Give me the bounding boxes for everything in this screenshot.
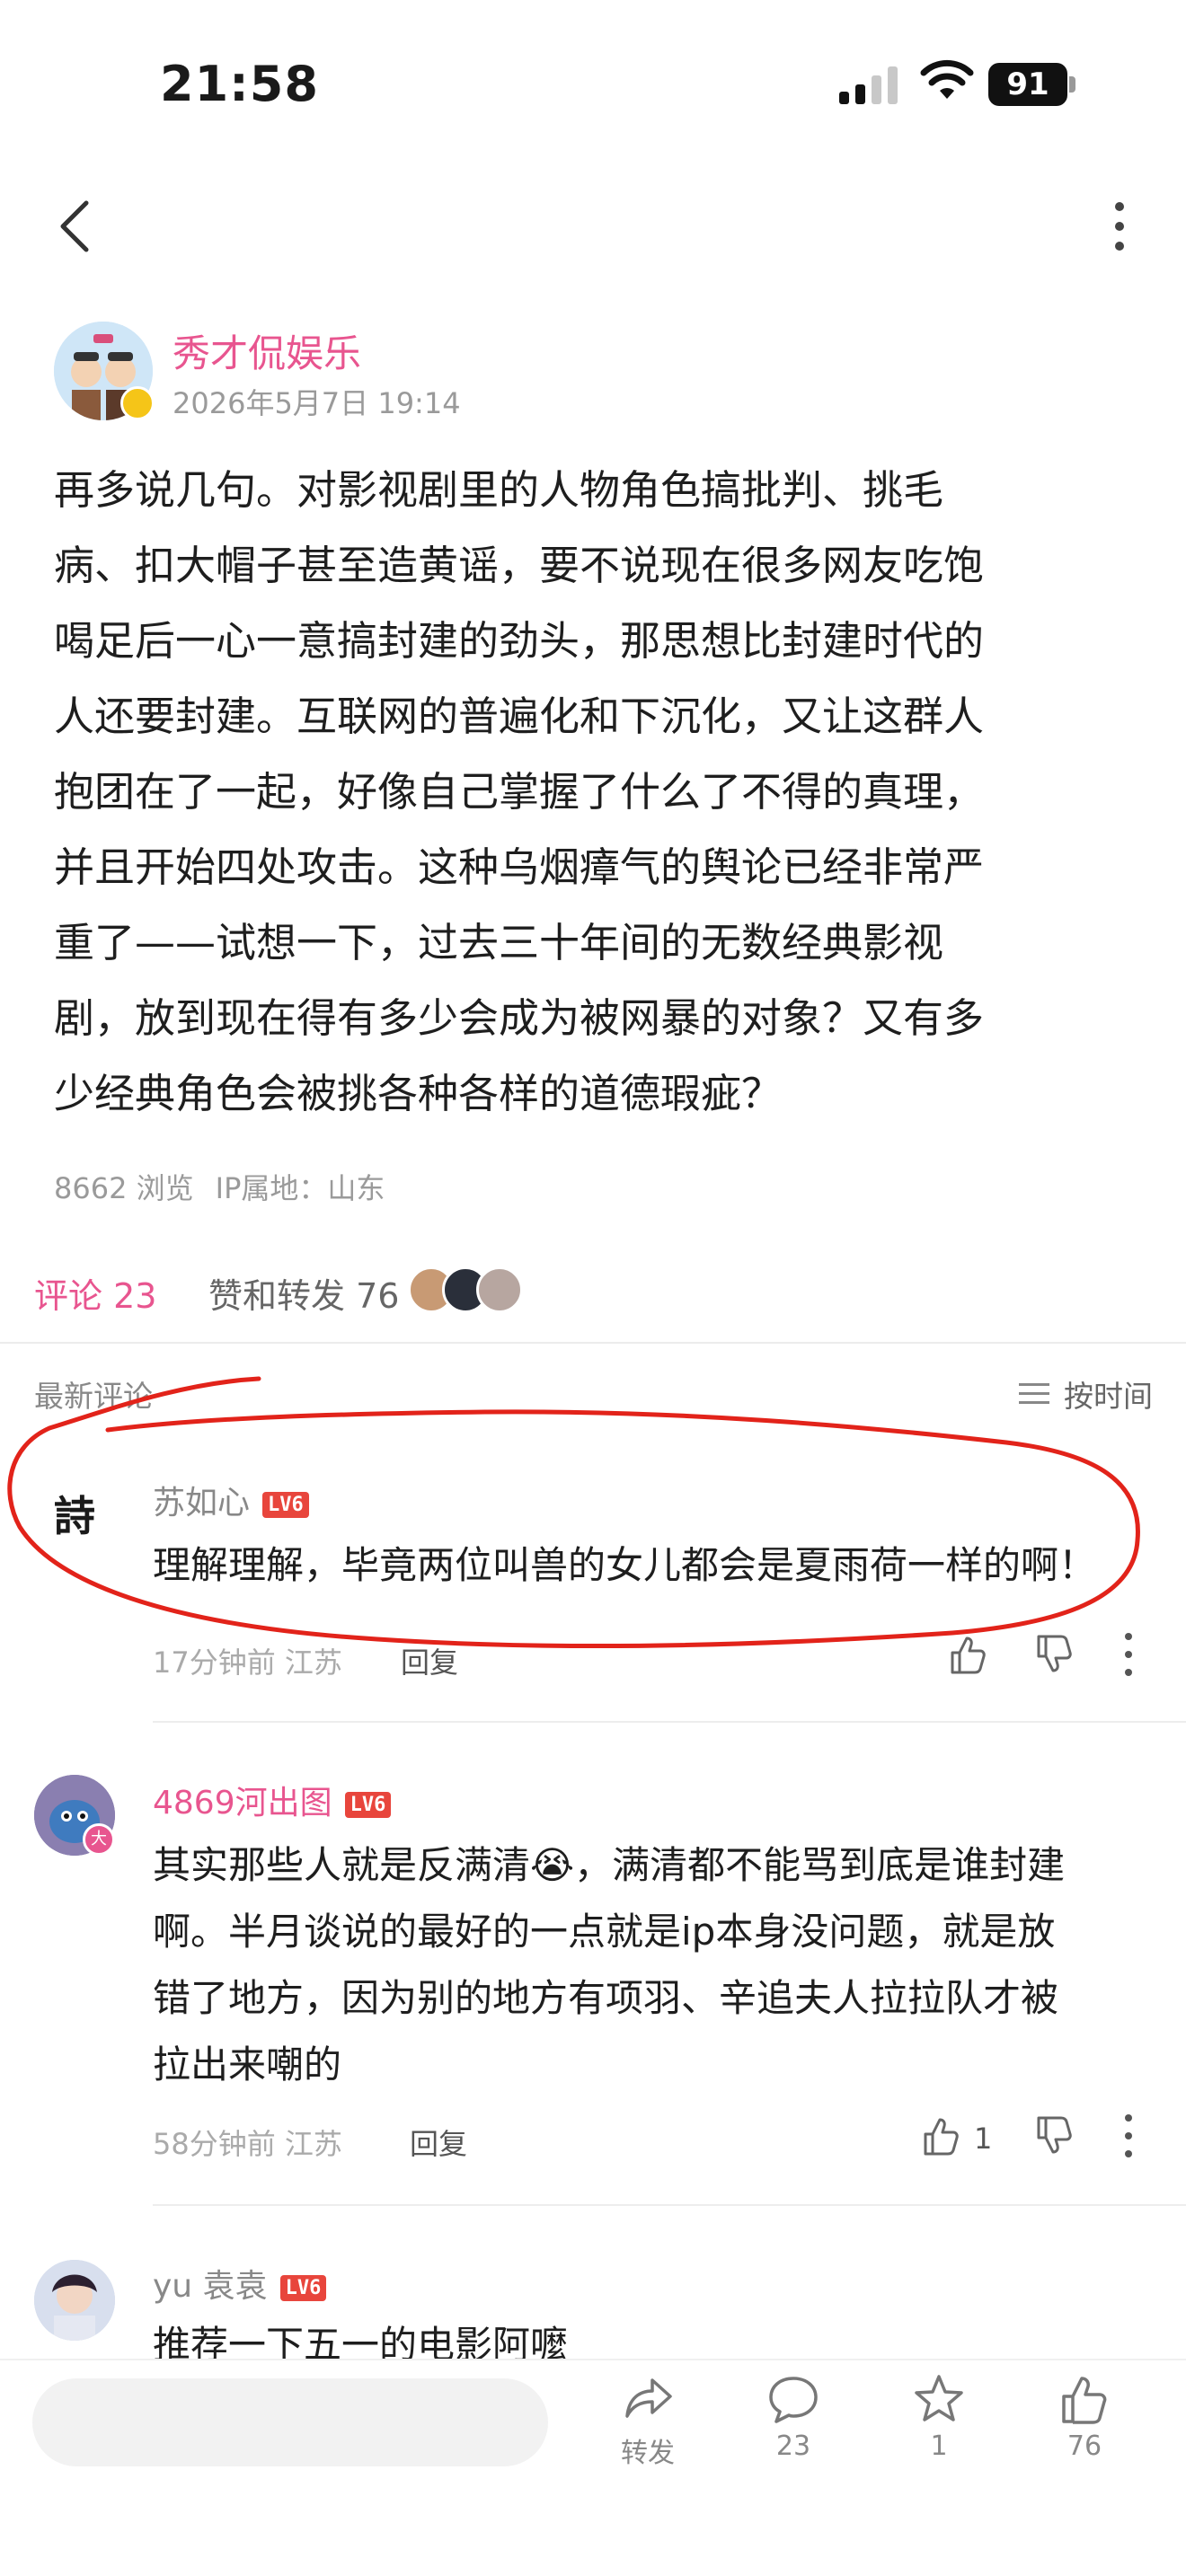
favorite-count: 1	[930, 2430, 948, 2462]
sort-toggle-label: 按时间	[1064, 1379, 1153, 1414]
post-line: 重了——试想一下，过去三十年间的无数经典影视	[54, 919, 944, 966]
commenter-name-text: 苏如心	[153, 1485, 251, 1522]
like-count: 76	[1067, 2430, 1102, 2462]
role-badge: 大	[83, 1823, 115, 1856]
verified-badge-icon	[120, 386, 155, 420]
post-line: 并且开始四处攻击。这种乌烟瘴气的舆论已经非常严	[54, 843, 985, 891]
comment-separator	[153, 1721, 1186, 1723]
comment-meta: 58分钟前 江苏	[153, 2122, 342, 2163]
level-badge: LV6	[279, 2274, 327, 2301]
battery-level: 91	[988, 63, 1067, 106]
ip-location: IP属地：山东	[215, 1171, 385, 1205]
thumbs-down-icon[interactable]	[1033, 2114, 1076, 2157]
post-line: 少经典角色会被挑各种各样的道德瑕疵？	[54, 1070, 783, 1117]
level-badge: LV6	[262, 1491, 309, 1518]
commenter-name[interactable]: 苏如心 LV6	[153, 1477, 309, 1523]
like-count: 1	[974, 2122, 993, 2156]
comment-time: 58分钟前	[153, 2127, 276, 2161]
latest-comments-label: 最新评论	[34, 1379, 153, 1414]
more-options-button[interactable]	[1102, 199, 1137, 253]
wifi-icon	[920, 59, 974, 99]
commenter-avatar[interactable]	[34, 2260, 115, 2341]
battery-icon: 91	[988, 63, 1076, 106]
thumbs-down-icon[interactable]	[1033, 1633, 1076, 1676]
comment-time: 17分钟前	[153, 1645, 276, 1680]
post-line: 再多说几句。对影视剧里的人物角色搞批判、挑毛	[54, 466, 944, 514]
comment-button[interactable]: 23	[744, 2371, 843, 2462]
tab-comments[interactable]: 评论 23	[34, 1268, 156, 1318]
tab-likes-reposts[interactable]: 赞和转发 76	[208, 1268, 399, 1318]
like-button[interactable]: 76	[1035, 2371, 1134, 2462]
star-icon	[915, 2375, 963, 2422]
comment-text: 理解理解，毕竟两位叫兽的女儿都会是夏雨荷一样的啊！	[153, 1543, 1097, 1587]
back-button[interactable]	[54, 198, 99, 255]
commenter-name-text: 4869河出图	[153, 1785, 332, 1822]
commenter-name-text: yu 袁袁	[153, 2268, 268, 2305]
post-line: 抱团在了一起，好像自己掌握了什么了不得的真理，	[54, 768, 985, 816]
avatar-image	[34, 2260, 115, 2341]
post-line: 病、扣大帽子甚至造黄谣，要不说现在很多网友吃饱	[54, 542, 985, 589]
commenter-name[interactable]: yu 袁袁 LV6	[153, 2260, 327, 2307]
view-count: 8662 浏览	[54, 1171, 194, 1205]
repost-button[interactable]: 转发	[598, 2371, 697, 2470]
author-name[interactable]: 秀才侃娱乐	[173, 323, 361, 378]
comment-more-button[interactable]	[1118, 1631, 1139, 1678]
comment-count: 23	[775, 2430, 811, 2462]
post-line: 人还要封建。互联网的普遍化和下沉化，又让这群人	[54, 693, 985, 740]
tab-divider	[0, 1342, 1186, 1344]
sort-by-time-toggle[interactable]: 按时间	[1019, 1372, 1153, 1416]
liker-avatar	[476, 1266, 523, 1313]
comment-separator	[153, 2204, 1186, 2206]
comment-more-button[interactable]	[1118, 2113, 1139, 2159]
post-meta: 8662 浏览 IP属地：山东	[54, 1166, 385, 1207]
thumbs-up-icon	[1062, 2377, 1107, 2424]
comment-meta: 17分钟前 江苏	[153, 1640, 342, 1681]
post-time: 2026年5月7日 19:14	[173, 386, 461, 420]
reply-button[interactable]: 回复	[401, 1640, 458, 1681]
comment-text: 其实那些人就是反满清😭，满清都不能骂到底是谁封建 啊。半月谈说的最好的一点就是i…	[153, 1832, 1159, 2098]
cellular-signal-icon	[839, 66, 898, 104]
post-body: 再多说几句。对影视剧里的人物角色搞批判、挑毛 病、扣大帽子甚至造黄谣，要不说现在…	[54, 453, 1132, 1132]
thumbs-up-icon[interactable]	[947, 1633, 990, 1676]
favorite-button[interactable]: 1	[890, 2371, 988, 2462]
post-line: 喝足后一心一意搞封建的劲头，那思想比封建时代的	[54, 617, 985, 665]
list-icon	[1019, 1383, 1049, 1404]
share-icon	[625, 2378, 672, 2418]
comment-line: 啊。半月谈说的最好的一点就是ip本身没问题，就是放	[153, 1910, 1056, 1954]
comment-line: 错了地方，因为别的地方有项羽、辛追夫人拉拉队才被	[153, 1976, 1059, 2020]
comment-line: 其实那些人就是反满清😭，满清都不能骂到底是谁封建	[153, 1843, 1066, 1887]
avatar-calligraphy: 詩	[54, 1492, 95, 1540]
post-line: 剧，放到现在得有多少会成为被网暴的对象？又有多	[54, 994, 985, 1042]
liker-avatars[interactable]	[408, 1266, 525, 1313]
comment-location: 江苏	[284, 2127, 342, 2161]
level-badge: LV6	[344, 1791, 392, 1818]
comment-line: 拉出来嘲的	[153, 2042, 342, 2086]
commenter-avatar[interactable]: 詩	[34, 1473, 115, 1554]
comment-input[interactable]	[32, 2378, 548, 2466]
comment-bubble-icon	[769, 2377, 818, 2423]
repost-label: 转发	[621, 2438, 675, 2469]
commenter-name[interactable]: 4869河出图 LV6	[153, 1777, 392, 1823]
thumbs-up-icon[interactable]	[920, 2114, 963, 2157]
reply-button[interactable]: 回复	[410, 2122, 467, 2163]
status-time: 21:58	[160, 56, 319, 112]
comment-location: 江苏	[284, 1645, 342, 1680]
